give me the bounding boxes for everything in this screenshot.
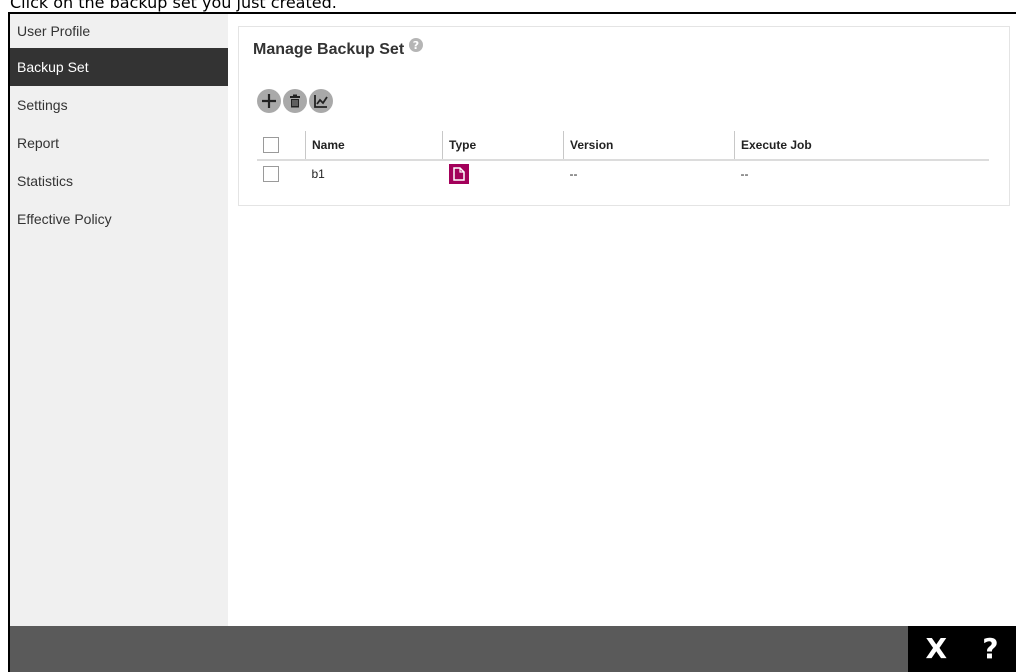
column-header-name[interactable]: Name: [305, 131, 443, 161]
page-title: Manage Backup Set: [253, 41, 405, 58]
file-icon: [448, 164, 469, 184]
window-controls: X ?: [908, 626, 1016, 672]
bottom-bar: X ?: [10, 626, 1016, 672]
manage-backup-set-panel: Manage Backup Set? Name Type Version Exe…: [238, 26, 1010, 206]
add-icon: [262, 94, 276, 108]
sidebar-item-effective-policy[interactable]: Effective Policy: [10, 200, 228, 238]
close-button[interactable]: X: [926, 626, 948, 672]
backup-set-execute-job: --: [740, 167, 749, 181]
row-checkbox[interactable]: [263, 166, 279, 182]
help-button[interactable]: ?: [982, 626, 998, 672]
statistics-button[interactable]: [309, 89, 333, 113]
sidebar-item-statistics[interactable]: Statistics: [10, 162, 228, 200]
column-header-type[interactable]: Type: [442, 131, 564, 161]
column-header-version[interactable]: Version: [563, 131, 735, 161]
sidebar-item-settings[interactable]: Settings: [10, 86, 228, 124]
add-button[interactable]: [257, 89, 281, 113]
sidebar-item-user-profile[interactable]: User Profile: [10, 14, 228, 48]
backup-set-version: --: [569, 167, 578, 181]
table-row[interactable]: b1 -- --: [257, 160, 989, 187]
backup-set-type-cell: [443, 160, 564, 187]
trash-icon: [290, 94, 300, 108]
help-circle-icon[interactable]: ?: [408, 37, 424, 58]
table-header-row: Name Type Version Execute Job: [257, 131, 989, 161]
chart-icon: [314, 95, 328, 108]
svg-text:?: ?: [413, 39, 419, 52]
instruction-text: Click on the backup set you just created…: [10, 0, 337, 12]
delete-button[interactable]: [283, 89, 307, 113]
backup-set-table: Name Type Version Execute Job b1 -- --: [257, 131, 989, 187]
backup-set-name[interactable]: b1: [306, 160, 443, 187]
row-select-cell: [257, 160, 306, 187]
sidebar-item-backup-set[interactable]: Backup Set: [10, 48, 228, 86]
select-all-cell: [257, 131, 306, 161]
sidebar-item-report[interactable]: Report: [10, 124, 228, 162]
toolbar: [257, 89, 333, 113]
select-all-checkbox[interactable]: [263, 137, 279, 153]
app-window: User Profile Backup Set Settings Report …: [8, 12, 1016, 672]
panel-title-wrap: Manage Backup Set?: [253, 38, 424, 59]
sidebar: User Profile Backup Set Settings Report …: [10, 14, 228, 626]
column-header-execute-job[interactable]: Execute Job: [734, 131, 989, 161]
